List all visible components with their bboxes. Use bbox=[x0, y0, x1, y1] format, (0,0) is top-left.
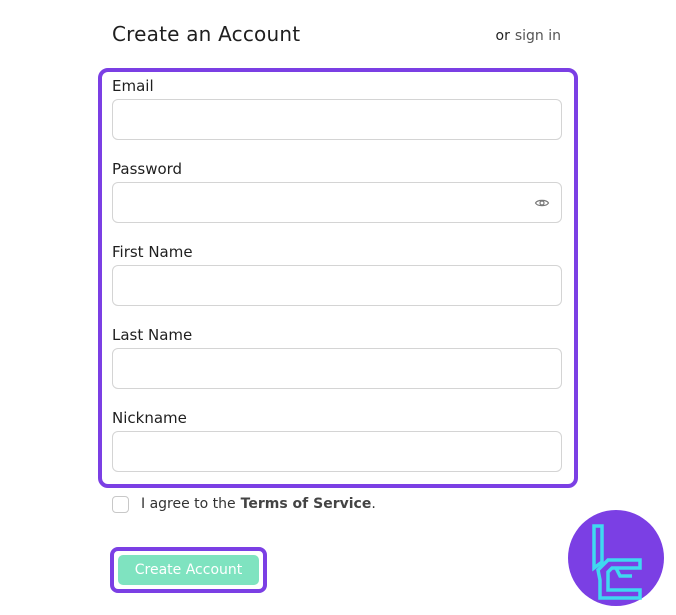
email-label: Email bbox=[112, 77, 154, 95]
signup-page: Create an Account or sign in Email Passwo… bbox=[0, 0, 676, 615]
nickname-field[interactable] bbox=[112, 431, 562, 472]
last-name-field[interactable] bbox=[112, 348, 562, 389]
terms-agreement-row: I agree to the Terms of Service. bbox=[112, 494, 376, 514]
or-text: or bbox=[495, 28, 510, 44]
submit-highlight-frame: Create Account bbox=[110, 547, 267, 593]
terms-checkbox[interactable] bbox=[112, 495, 129, 513]
first-name-field-group: First Name bbox=[112, 241, 562, 306]
create-account-button[interactable]: Create Account bbox=[118, 555, 259, 585]
first-name-label: First Name bbox=[112, 243, 193, 261]
nickname-field-group: Nickname bbox=[112, 407, 562, 472]
last-name-label: Last Name bbox=[112, 326, 193, 344]
signin-row: or sign in bbox=[496, 28, 561, 44]
password-field[interactable] bbox=[112, 182, 562, 223]
password-field-group: Password bbox=[112, 158, 562, 223]
agree-suffix: . bbox=[371, 496, 376, 512]
last-name-field-group: Last Name bbox=[112, 324, 562, 389]
password-input-wrap bbox=[112, 182, 562, 223]
eye-icon[interactable] bbox=[534, 195, 550, 211]
email-field-group: Email bbox=[112, 75, 562, 140]
signin-link[interactable]: sign in bbox=[515, 28, 561, 44]
password-label: Password bbox=[112, 160, 183, 178]
first-name-field[interactable] bbox=[112, 265, 562, 306]
terms-of-service-link[interactable]: Terms of Service bbox=[241, 496, 372, 512]
nickname-label: Nickname bbox=[112, 409, 187, 427]
agree-text: I agree to the bbox=[141, 496, 236, 512]
tradingfinder-logo-icon bbox=[568, 510, 664, 606]
email-field[interactable] bbox=[112, 99, 562, 140]
page-title: Create an Account bbox=[112, 22, 301, 46]
